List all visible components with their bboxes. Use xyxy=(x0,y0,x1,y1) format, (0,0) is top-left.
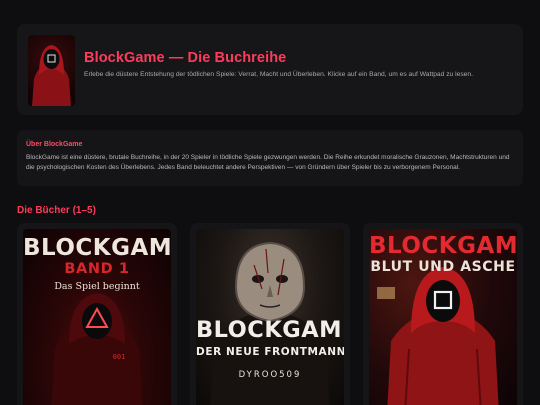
book-2-cover-subtitle: DER NEUE FRONTMANN xyxy=(196,346,344,358)
book-2-cover-author: DYROO509 xyxy=(238,370,302,380)
book-cover-1[interactable]: BLOCKGAME BAND 1 Das Spiel beginnt 001 xyxy=(23,229,171,405)
book-1-cover-badge: 001 xyxy=(112,353,126,361)
about-card: Über BlockGame BlockGame ist eine düster… xyxy=(17,130,523,186)
hero-card: BlockGame — Die Buchreihe Erlebe die düs… xyxy=(17,24,523,115)
books-section-title: Die Bücher (1–5) xyxy=(17,205,96,216)
book-cover-2[interactable]: BLOCKGAME DER NEUE FRONTMANN DYROO509 xyxy=(196,229,344,405)
book-2-cover-title: BLOCKGAME xyxy=(196,317,344,343)
book-card-1[interactable]: BLOCKGAME BAND 1 Das Spiel beginnt 001 xyxy=(17,223,177,405)
about-title: Über BlockGame xyxy=(26,141,83,148)
book-1-cover-tagline: Das Spiel beginnt xyxy=(54,281,140,292)
book-cover-3[interactable]: BLOCKGAME BLUT UND ASCHE xyxy=(369,229,517,405)
page-title: BlockGame — Die Buchreihe xyxy=(84,50,287,66)
page-subtitle: Erlebe die düstere Entstehung der tödlic… xyxy=(84,71,473,78)
about-text: BlockGame ist eine düstere, brutale Buch… xyxy=(26,154,510,171)
book-card-3[interactable]: BLOCKGAME BLUT UND ASCHE xyxy=(363,223,523,405)
book-1-cover-subtitle: BAND 1 xyxy=(64,261,130,277)
book-1-cover-title: BLOCKGAME xyxy=(23,235,171,261)
book-3-cover-title: BLOCKGAME xyxy=(369,233,517,259)
book-card-2[interactable]: BLOCKGAME DER NEUE FRONTMANN DYROO509 xyxy=(190,223,350,405)
series-cover-image xyxy=(28,35,75,106)
book-3-cover-subtitle: BLUT UND ASCHE xyxy=(370,259,516,275)
